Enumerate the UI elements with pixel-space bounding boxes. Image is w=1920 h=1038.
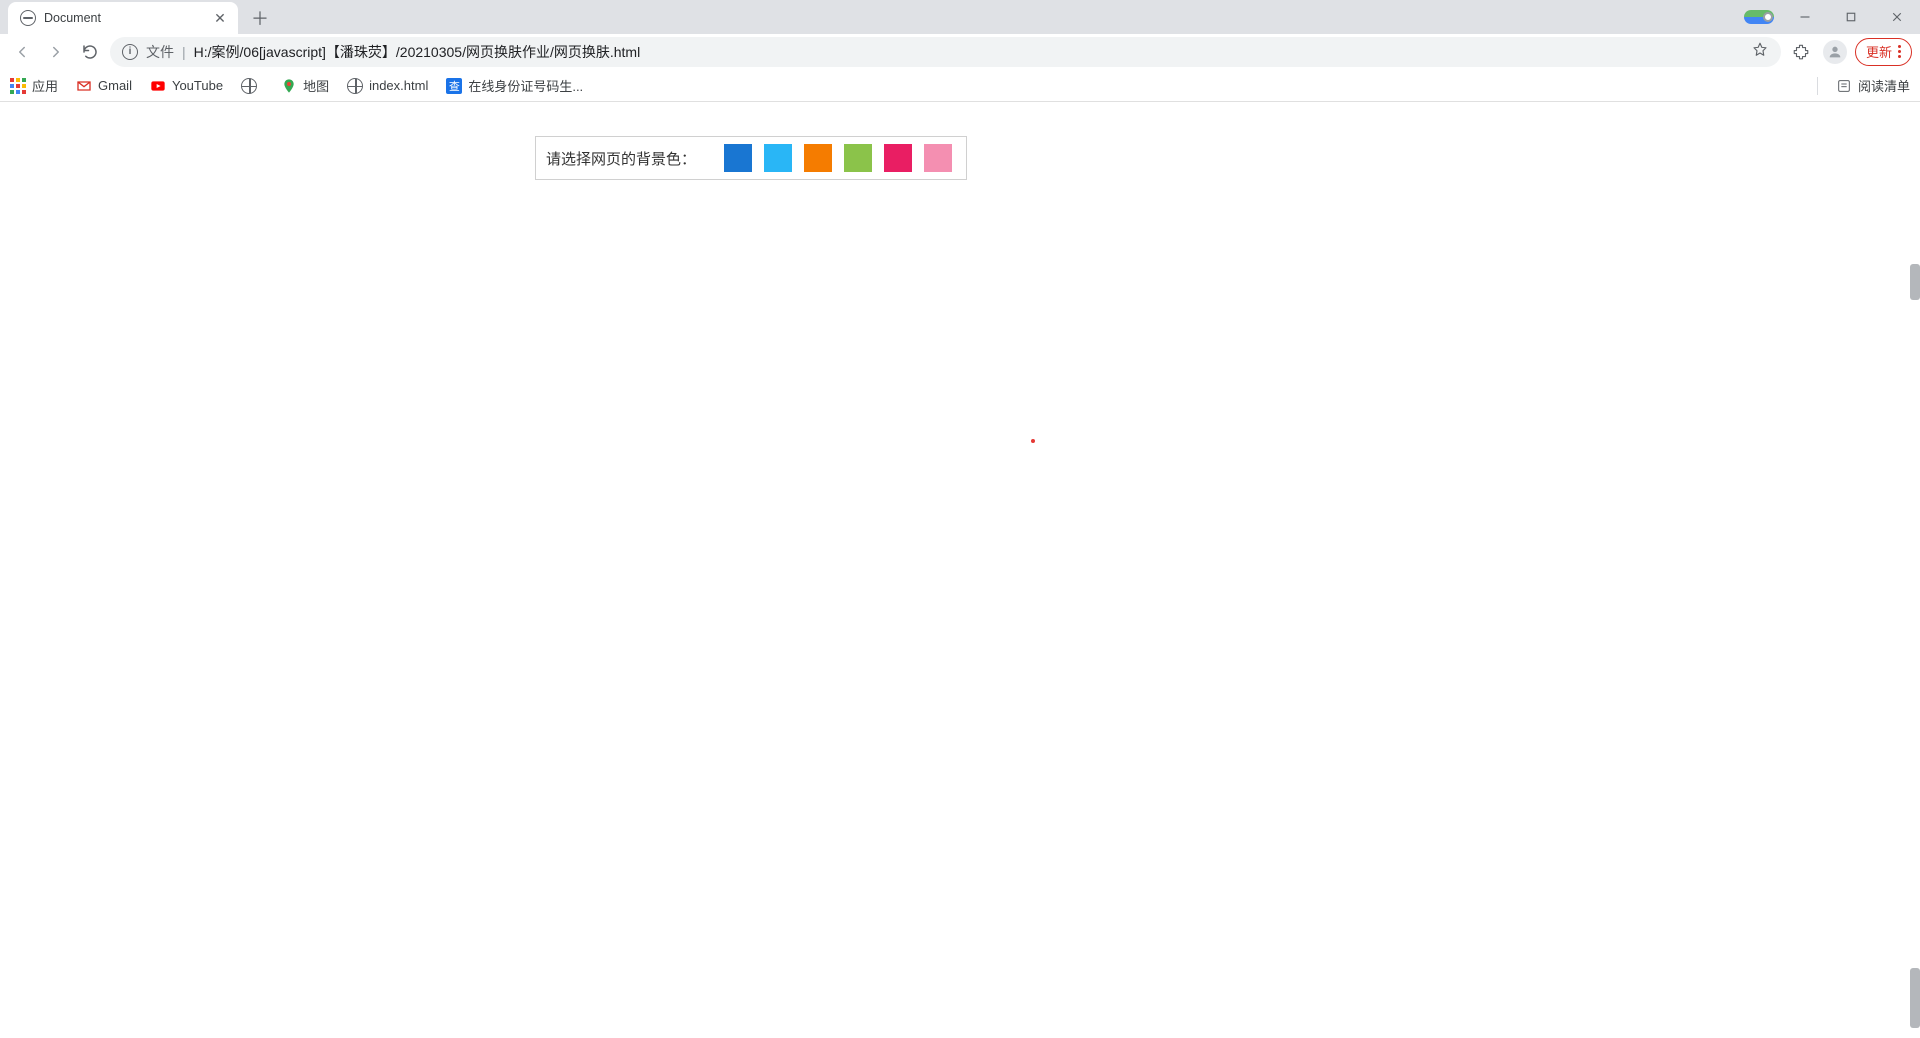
bookmark-globe-only[interactable] — [241, 78, 263, 94]
toolbar: i 文件 | H:/案例/06[javascript]【潘珠荧】/2021030… — [0, 34, 1920, 70]
globe-icon — [241, 78, 257, 94]
reading-list-icon — [1836, 78, 1852, 94]
titlebar: Document ✕ ＋ — [0, 0, 1920, 34]
maximize-button[interactable] — [1828, 0, 1874, 34]
bookmark-label: 地图 — [303, 76, 329, 95]
bookmark-idgen[interactable]: 查 在线身份证号码生... — [446, 76, 583, 95]
bookmark-star-icon[interactable] — [1751, 41, 1769, 62]
bookmark-apps[interactable]: 应用 — [10, 76, 58, 95]
swatch-magenta[interactable] — [884, 144, 912, 172]
reload-button[interactable] — [76, 38, 104, 66]
scrollbar-stub-lower[interactable] — [1910, 968, 1920, 1028]
bookmark-label: Gmail — [98, 78, 132, 93]
gmail-icon — [76, 78, 92, 94]
divider — [1817, 77, 1818, 95]
cha-icon: 查 — [446, 78, 462, 94]
site-info-icon[interactable]: i — [122, 44, 138, 60]
reading-list-label: 阅读清单 — [1858, 76, 1910, 95]
back-button[interactable] — [8, 38, 36, 66]
url-separator: | — [182, 44, 186, 60]
swatch-blue[interactable] — [724, 144, 752, 172]
bookmarks-bar: 应用 Gmail YouTube 地图 index.html 查 在线身份证号码… — [0, 70, 1920, 102]
bookmark-label: YouTube — [172, 78, 223, 93]
bookmark-label: 应用 — [32, 76, 58, 95]
update-label: 更新 — [1866, 42, 1892, 61]
apps-icon — [10, 78, 26, 94]
close-tab-button[interactable]: ✕ — [212, 10, 228, 26]
swatch-orange[interactable] — [804, 144, 832, 172]
swatch-green[interactable] — [844, 144, 872, 172]
swatch-row — [724, 144, 952, 172]
bookmark-label: index.html — [369, 78, 428, 93]
identity-indicator[interactable] — [1736, 0, 1782, 34]
globe-icon — [20, 10, 36, 26]
picker-label: 请选择网页的背景色： — [546, 148, 696, 169]
swatch-cyan[interactable] — [764, 144, 792, 172]
tab-title: Document — [44, 11, 212, 25]
window-controls — [1736, 0, 1920, 34]
bookmark-gmail[interactable]: Gmail — [76, 78, 132, 94]
url-path: H:/案例/06[javascript]【潘珠荧】/20210305/网页换肤作… — [194, 42, 641, 62]
browser-tab-active[interactable]: Document ✕ — [8, 2, 238, 34]
bookmark-index-html[interactable]: index.html — [347, 78, 428, 94]
url-protocol: 文件 — [146, 42, 174, 62]
address-bar[interactable]: i 文件 | H:/案例/06[javascript]【潘珠荧】/2021030… — [110, 37, 1781, 67]
avatar-icon — [1823, 40, 1847, 64]
close-window-button[interactable] — [1874, 0, 1920, 34]
bookmark-maps[interactable]: 地图 — [281, 76, 329, 95]
update-button[interactable]: 更新 — [1855, 38, 1912, 66]
extensions-button[interactable] — [1787, 38, 1815, 66]
bookmark-label: 在线身份证号码生... — [468, 76, 583, 95]
forward-button[interactable] — [42, 38, 70, 66]
maps-icon — [281, 78, 297, 94]
globe-icon — [347, 78, 363, 94]
profile-button[interactable] — [1821, 38, 1849, 66]
new-tab-button[interactable]: ＋ — [246, 4, 274, 32]
page-content: 请选择网页的背景色： — [0, 102, 1920, 1038]
reading-list-button[interactable]: 阅读清单 — [1836, 76, 1910, 95]
cursor-dot — [1031, 439, 1035, 443]
color-picker-panel: 请选择网页的背景色： — [535, 136, 967, 180]
swatch-pink[interactable] — [924, 144, 952, 172]
scrollbar-stub-upper[interactable] — [1910, 264, 1920, 300]
identity-icon — [1744, 10, 1774, 24]
menu-dots-icon — [1898, 45, 1901, 58]
minimize-button[interactable] — [1782, 0, 1828, 34]
bookmark-youtube[interactable]: YouTube — [150, 78, 223, 94]
youtube-icon — [150, 78, 166, 94]
